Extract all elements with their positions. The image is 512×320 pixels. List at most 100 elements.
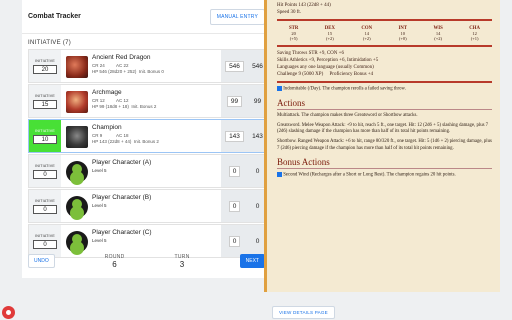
hp-max: 546	[252, 62, 263, 70]
combatant-info: Ancient Red Dragon CR 24 AC 22 HP 546 (2…	[92, 50, 221, 82]
tracker-title: Combat Tracker	[28, 13, 81, 20]
combatant-row-pc-a[interactable]: INITIATIVE 0 Player Character (A) Level …	[28, 154, 268, 188]
initiative-box: INITIATIVE 0	[29, 190, 61, 222]
combatant-info: Archmage CR 12 AC 12 HP 99 (18d8 + 18) I…	[92, 85, 221, 117]
monster-statblock: Hit Points 143 (22d8 + 44) Speed 30 ft. …	[264, 0, 500, 292]
checkbox-icon[interactable]	[277, 171, 282, 177]
ability-mod[interactable]: (+1)	[471, 36, 479, 41]
combatant-row-pc-b[interactable]: INITIATIVE 0 Player Character (B) Level …	[28, 189, 268, 223]
ability-mod[interactable]: (+0)	[399, 36, 407, 41]
round-counter: ROUND 6	[105, 254, 125, 269]
second-wind-action: Second Wind (Recharges after a Short or …	[277, 171, 492, 179]
ability-mod[interactable]: (+2)	[363, 36, 371, 41]
ability-mod[interactable]: (+2)	[326, 36, 334, 41]
skills-line: Skills Athletics +9, Perception +6, Inti…	[277, 58, 379, 63]
init-bonus-text: Init. Bonus 2	[131, 104, 157, 109]
hp-max: 0	[255, 202, 260, 210]
initiative-input[interactable]: 0	[33, 205, 57, 214]
combatant-name: Player Character (A)	[92, 159, 152, 166]
combatant-row-champion[interactable]: INITIATIVE 10 Champion CR 9 AC 18 HP 143…	[28, 119, 268, 153]
turn-value: 3	[179, 259, 185, 269]
hp-current-input[interactable]: 99	[226, 95, 243, 107]
initiative-label: INITIATIVE	[35, 199, 55, 203]
next-turn-button[interactable]: NEXT	[239, 254, 265, 268]
combatant-stats: CR 12 AC 12 HP 99 (18d8 + 18) Init. Bonu…	[92, 98, 221, 110]
initiative-input[interactable]: 0	[33, 240, 57, 249]
initiative-box-active: INITIATIVE 10	[29, 120, 61, 152]
app-logo-icon[interactable]	[2, 306, 15, 319]
divider	[277, 19, 492, 21]
app-page: Combat Tracker MANUAL ENTRY INITIATIVE (…	[0, 0, 512, 320]
hp-current-input[interactable]: 0	[228, 165, 241, 177]
initiative-label: INITIATIVE	[35, 234, 55, 238]
combatant-level: Level 5	[92, 238, 107, 243]
ability-cha: CHA 12 (+1)	[469, 26, 480, 41]
init-bonus-text: Init. Bonus 0	[138, 69, 164, 74]
hp-max: 143	[252, 132, 263, 140]
player-silhouette-icon	[66, 196, 88, 218]
turn-label: TURN	[174, 253, 190, 260]
ac-text: AC 18	[116, 133, 129, 138]
combatant-level: Level 5	[92, 168, 107, 173]
combatant-stats: CR 9 AC 18 HP 143 (22d8 + 44) Init. Bonu…	[92, 133, 221, 145]
ability-mod[interactable]: (+2)	[434, 36, 442, 41]
tracker-footer: UNDO ROUND 6 TURN 3 NEXT	[28, 250, 265, 272]
hp-current-input[interactable]: 143	[225, 130, 244, 142]
initiative-box: INITIATIVE 15	[29, 85, 61, 117]
initiative-box: INITIATIVE 0	[29, 155, 61, 187]
cr-text: CR 9	[92, 133, 103, 138]
hp-current-input[interactable]: 0	[228, 200, 241, 212]
hp-box: 0 0	[221, 190, 267, 222]
combatant-info: Champion CR 9 AC 18 HP 143 (22d8 + 44) I…	[92, 120, 221, 152]
cr-text: CR 12	[92, 98, 105, 103]
combatant-row-archmage[interactable]: INITIATIVE 15 Archmage CR 12 AC 12 HP 99…	[28, 84, 268, 118]
saving-throws-line: Saving Throws STR +9, CON +6	[277, 51, 344, 56]
combatant-name: Champion	[92, 124, 122, 131]
combatant-level: Level 5	[92, 203, 107, 208]
checkbox-icon[interactable]	[277, 86, 282, 91]
combatant-row-dragon[interactable]: INITIATIVE 20 Ancient Red Dragon CR 24 A…	[28, 49, 268, 83]
multiattack-action: Multiattack. The champion makes three Gr…	[277, 112, 418, 118]
hp-text: HP 546 (28d20 + 252)	[92, 69, 137, 74]
ability-con: CON 14 (+2)	[361, 26, 372, 41]
hp-current-input[interactable]: 546	[225, 60, 244, 72]
bonus-actions-heading: Bonus Actions	[277, 157, 492, 169]
ability-wis: WIS 14 (+2)	[434, 26, 443, 41]
hp-box: 143 143	[221, 120, 267, 152]
combat-tracker-panel: Combat Tracker MANUAL ENTRY INITIATIVE (…	[22, 0, 274, 278]
manual-entry-button[interactable]: MANUAL ENTRY	[209, 8, 265, 25]
challenge-text: Challenge 9 (5000 XP)	[277, 72, 324, 77]
ability-scores: STR 20 (+5) DEX 15 (+2) CON 14 (+2) INT 10 (+0) …	[277, 24, 492, 42]
init-bonus-text: Init. Bonus 2	[133, 139, 159, 144]
indomitable-text: Indomitable (/Day). The champion rerolls…	[283, 86, 406, 92]
initiative-input[interactable]: 15	[33, 100, 57, 109]
dragon-portrait	[66, 56, 88, 78]
speed-line: Speed 30 ft.	[277, 10, 302, 15]
undo-button[interactable]: UNDO	[28, 254, 55, 268]
initiative-input[interactable]: 0	[33, 170, 57, 179]
languages-line: Languages any one language (usually Comm…	[277, 65, 374, 70]
greatsword-action: Greatsword. Melee Weapon Attack: +9 to h…	[277, 123, 489, 135]
tracker-header: Combat Tracker MANUAL ENTRY	[22, 0, 273, 34]
divider	[277, 81, 492, 83]
ac-text: AC 22	[116, 63, 129, 68]
initiative-label: INITIATIVE	[35, 94, 55, 98]
hp-box: 0 0	[221, 155, 267, 187]
round-value: 6	[112, 259, 118, 269]
combatant-info: Player Character (B) Level 5	[92, 190, 221, 222]
ability-mod[interactable]: (+5)	[290, 36, 298, 41]
initiative-box: INITIATIVE 20	[29, 50, 61, 82]
hp-box: 99 99	[221, 85, 267, 117]
round-label: ROUND	[104, 253, 125, 260]
initiative-input[interactable]: 10	[33, 135, 57, 144]
second-wind-text: Second Wind (Recharges after a Short or …	[283, 172, 456, 178]
initiative-input[interactable]: 20	[33, 65, 57, 74]
combatant-name: Ancient Red Dragon	[92, 54, 151, 61]
indomitable-trait: Indomitable (/Day). The champion rerolls…	[277, 86, 492, 93]
hp-box: 546 546	[221, 50, 267, 82]
ability-str: STR 20 (+5)	[289, 26, 298, 41]
hp-current-input[interactable]: 0	[228, 235, 241, 247]
view-details-button[interactable]: VIEW DETAILS PAGE	[272, 306, 335, 319]
hp-text: HP 99 (18d8 + 18)	[92, 104, 129, 109]
combatant-name: Player Character (C)	[92, 229, 152, 236]
